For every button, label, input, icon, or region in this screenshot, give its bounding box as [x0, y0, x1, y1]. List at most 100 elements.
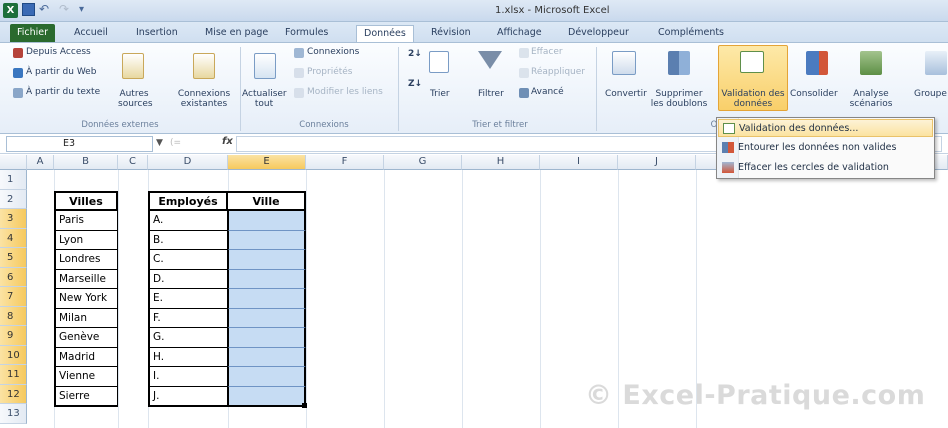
menu-item-clear-circles[interactable]: Effacer les cercles de validation	[718, 159, 933, 177]
menu-item-circle-invalid[interactable]: Entourer les données non valides	[718, 139, 933, 157]
name-box[interactable]: E3	[6, 136, 153, 152]
column-header[interactable]: G	[384, 155, 462, 170]
row-header-selected[interactable]: 12	[0, 384, 27, 404]
filter-button[interactable]: Filtrer	[478, 89, 504, 99]
excel-logo-icon[interactable]: X	[3, 3, 18, 18]
cities-header[interactable]: Villes	[54, 191, 118, 211]
column-header[interactable]: B	[54, 155, 118, 170]
row-header[interactable]: 13	[0, 404, 27, 424]
employee-cell[interactable]: J.	[148, 386, 228, 407]
row-header-selected[interactable]: 8	[0, 306, 27, 326]
employee-cell[interactable]: A.	[148, 211, 228, 231]
employee-cell[interactable]: B.	[148, 230, 228, 250]
row-header[interactable]: 1	[0, 170, 27, 190]
group-button[interactable]: Groupe	[914, 89, 947, 99]
remove-duplicates-button[interactable]: Supprimer les doublons	[646, 89, 712, 109]
from-web-button[interactable]: À partir du Web	[26, 67, 96, 77]
tab-page-layout[interactable]: Mise en page	[205, 25, 268, 42]
column-header[interactable]: I	[540, 155, 618, 170]
employee-cell[interactable]: G.	[148, 328, 228, 348]
tab-file[interactable]: Fichier	[10, 24, 56, 42]
column-header-selected[interactable]: E	[228, 155, 306, 170]
from-text-button[interactable]: À partir du texte	[26, 87, 100, 97]
column-header[interactable]: J	[618, 155, 696, 170]
city-input-cell[interactable]	[228, 289, 306, 309]
what-if-analysis-button[interactable]: Analyse scénarios	[842, 89, 900, 109]
employees-header[interactable]: Employés	[148, 191, 228, 211]
clear-filter-button[interactable]: Effacer	[531, 47, 563, 57]
insert-function-icon[interactable]: fx	[222, 136, 233, 147]
city-input-cell[interactable]	[228, 386, 306, 407]
employee-cell[interactable]: C.	[148, 250, 228, 270]
from-access-button[interactable]: Depuis Access	[26, 47, 91, 57]
connections-button[interactable]: Connexions	[307, 47, 359, 57]
city-cell[interactable]: New York	[54, 289, 118, 309]
city-input-cell[interactable]	[228, 367, 306, 387]
text-to-columns-button[interactable]: Convertir	[605, 89, 647, 99]
city-input-cell[interactable]	[228, 211, 306, 231]
row-header-selected[interactable]: 6	[0, 267, 27, 287]
city-input-cell[interactable]	[228, 230, 306, 250]
city-input-cell[interactable]	[228, 328, 306, 348]
row-header-selected[interactable]: 10	[0, 345, 27, 365]
city-input-cell[interactable]	[228, 269, 306, 289]
column-header[interactable]: A	[27, 155, 54, 170]
city-cell[interactable]: Genève	[54, 328, 118, 348]
tab-insert[interactable]: Insertion	[136, 25, 178, 42]
name-box-dropdown-icon[interactable]: ▼	[156, 138, 163, 148]
select-all-corner[interactable]	[0, 155, 27, 170]
existing-connections-button[interactable]: Connexions existantes	[172, 89, 236, 109]
tab-add-ins[interactable]: Compléments	[658, 25, 724, 42]
city-cell[interactable]: Marseille	[54, 269, 118, 289]
tab-home[interactable]: Accueil	[74, 25, 108, 42]
city-cell[interactable]: Sierre	[54, 386, 118, 407]
undo-icon[interactable]: ↶	[39, 3, 55, 16]
column-header[interactable]: H	[462, 155, 540, 170]
consolidate-button[interactable]: Consolider	[790, 89, 838, 99]
employee-cell[interactable]: D.	[148, 269, 228, 289]
city-input-cell[interactable]	[228, 250, 306, 270]
employee-cell[interactable]: E.	[148, 289, 228, 309]
row-header-selected[interactable]: 7	[0, 287, 27, 307]
menu-item-data-validation[interactable]: Validation des données...	[718, 119, 933, 137]
sort-desc-icon[interactable]: Z↓	[408, 79, 422, 89]
save-icon[interactable]	[22, 3, 35, 16]
city-cell[interactable]: Paris	[54, 211, 118, 231]
redo-icon[interactable]: ↷	[59, 3, 75, 16]
column-header[interactable]: F	[306, 155, 384, 170]
customize-qat-icon[interactable]: ▾	[79, 3, 92, 16]
fill-handle[interactable]	[302, 403, 307, 408]
tab-view[interactable]: Affichage	[497, 25, 542, 42]
city-cell[interactable]: Londres	[54, 250, 118, 270]
row-header-selected[interactable]: 3	[0, 209, 27, 229]
tab-developer[interactable]: Développeur	[568, 25, 629, 42]
properties-button[interactable]: Propriétés	[307, 67, 352, 77]
other-sources-button[interactable]: Autres sources	[118, 89, 153, 109]
row-header-selected[interactable]: 11	[0, 365, 27, 385]
city-column-header[interactable]: Ville	[226, 191, 306, 211]
city-input-cell[interactable]	[228, 308, 306, 328]
city-input-cell[interactable]	[228, 347, 306, 367]
row-header[interactable]: 2	[0, 189, 27, 209]
row-header-selected[interactable]: 5	[0, 248, 27, 268]
employee-cell[interactable]: I.	[148, 367, 228, 387]
sort-asc-icon[interactable]: 2↓	[408, 49, 422, 59]
cancel-icon[interactable]: (=	[170, 138, 181, 148]
column-header[interactable]: D	[148, 155, 228, 170]
city-cell[interactable]: Milan	[54, 308, 118, 328]
tab-review[interactable]: Révision	[431, 25, 471, 42]
city-cell[interactable]: Madrid	[54, 347, 118, 367]
tab-data[interactable]: Données	[356, 25, 414, 42]
advanced-filter-button[interactable]: Avancé	[531, 87, 564, 97]
sort-button[interactable]: Trier	[430, 89, 450, 99]
reapply-button[interactable]: Réappliquer	[531, 67, 585, 77]
row-header-selected[interactable]: 9	[0, 326, 27, 346]
city-cell[interactable]: Vienne	[54, 367, 118, 387]
tab-formulas[interactable]: Formules	[285, 25, 328, 42]
city-cell[interactable]: Lyon	[54, 230, 118, 250]
row-header-selected[interactable]: 4	[0, 228, 27, 248]
column-header[interactable]: C	[118, 155, 148, 170]
edit-links-button[interactable]: Modifier les liens	[307, 87, 383, 97]
refresh-all-button[interactable]: Actualiser tout	[242, 89, 287, 109]
employee-cell[interactable]: F.	[148, 308, 228, 328]
